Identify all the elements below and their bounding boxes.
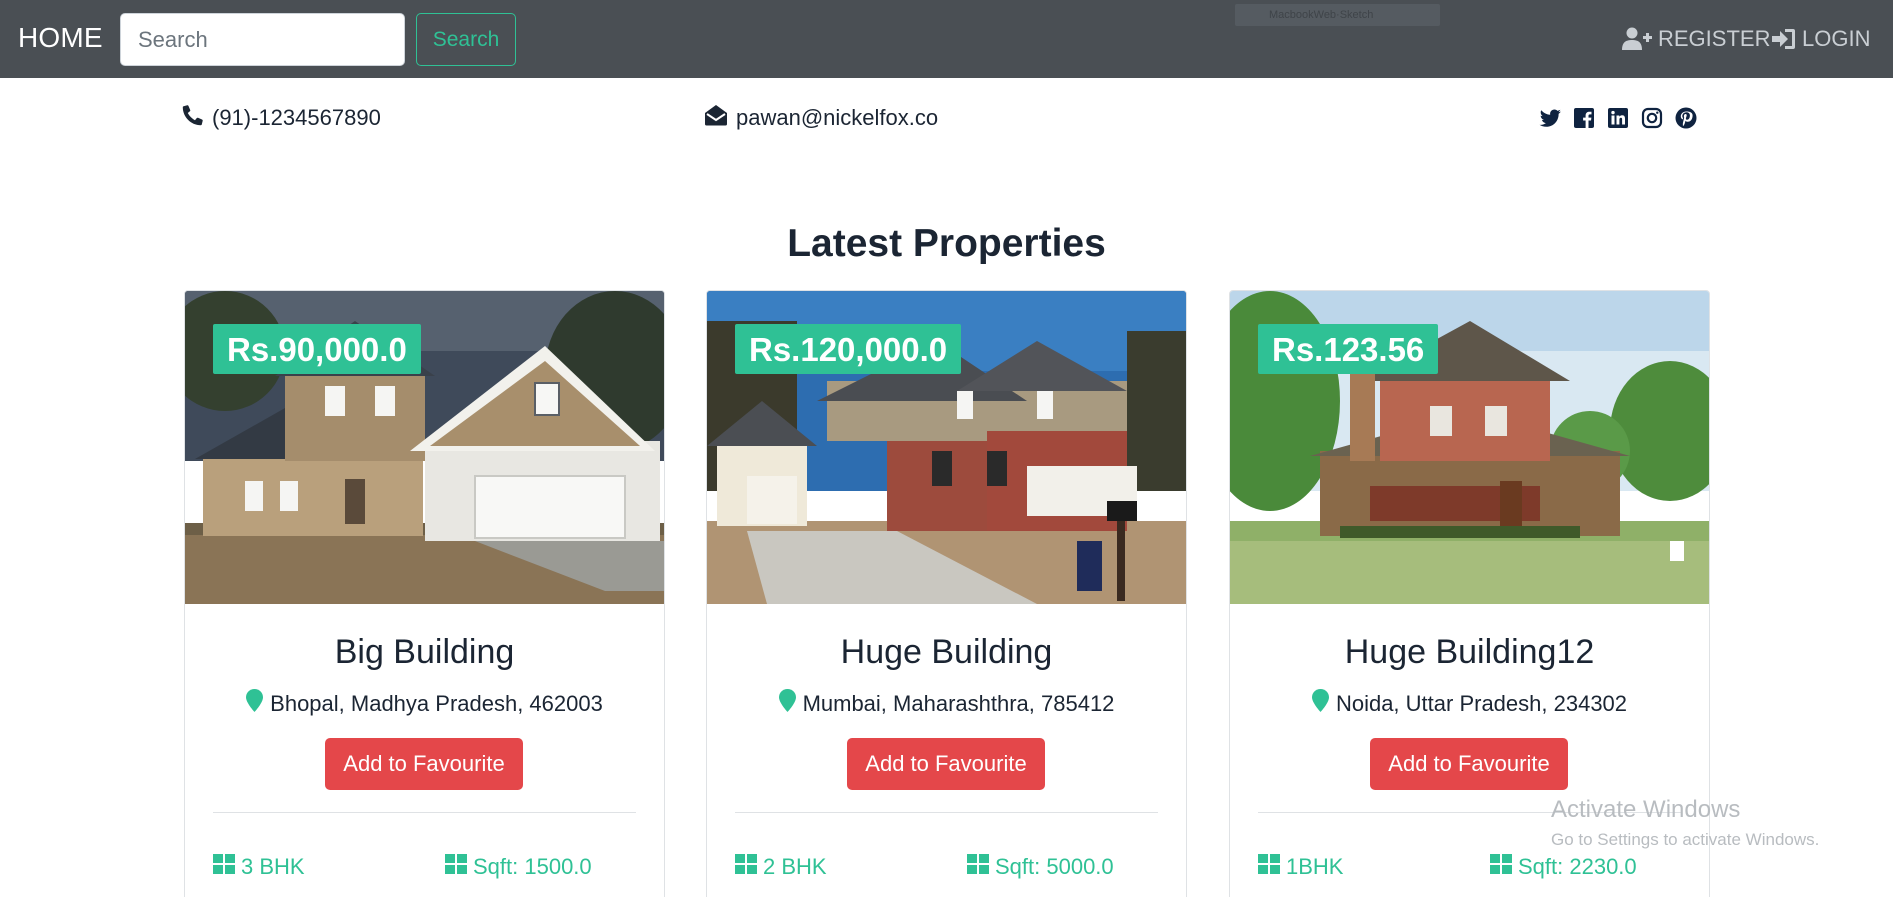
search-input[interactable]: [120, 13, 405, 66]
bhk-feature: 1BHK: [1258, 854, 1343, 880]
facebook-icon[interactable]: [1572, 106, 1596, 130]
user-plus-icon: [1622, 27, 1652, 51]
bhk-label: 3 BHK: [241, 854, 305, 879]
property-card: Rs.90,000.0 Big Building Bhopal, Madhya …: [184, 290, 665, 897]
add-to-favourite-button[interactable]: Add to Favourite: [325, 738, 523, 790]
price-badge: Rs.120,000.0: [735, 324, 962, 374]
phone-icon: [182, 104, 204, 132]
envelope-open-icon: [704, 104, 728, 132]
activate-windows-title: Activate Windows: [1551, 796, 1741, 823]
property-location: Mumbai, Maharashthra, 785412: [707, 689, 1186, 718]
contact-phone: (91)-1234567890: [182, 104, 381, 132]
instagram-icon[interactable]: [1640, 106, 1664, 130]
property-photo[interactable]: Rs.123.56: [1230, 291, 1709, 604]
twitter-icon[interactable]: [1538, 106, 1562, 130]
property-photo[interactable]: Rs.120,000.0: [707, 291, 1186, 604]
property-location: Bhopal, Madhya Pradesh, 462003: [185, 689, 664, 718]
property-title[interactable]: Huge Building12: [1230, 633, 1709, 672]
section-title: Latest Properties: [787, 222, 1106, 265]
property-card: Rs.120,000.0 Huge Building Mumbai, Mahar…: [706, 290, 1187, 897]
sqft-label: Sqft: 5000.0: [995, 854, 1114, 879]
divider: [735, 812, 1158, 813]
add-to-favourite-button[interactable]: Add to Favourite: [847, 738, 1045, 790]
register-label: REGISTER: [1658, 26, 1771, 51]
location-text: Noida, Uttar Pradesh, 234302: [1335, 690, 1628, 716]
sign-in-icon: [1772, 28, 1796, 50]
register-link[interactable]: REGISTER: [1622, 26, 1770, 52]
grid-icon: [967, 854, 989, 880]
pinterest-icon[interactable]: [1674, 106, 1698, 130]
add-to-favourite-button[interactable]: Add to Favourite: [1370, 738, 1568, 790]
property-title[interactable]: Huge Building: [707, 633, 1186, 672]
bhk-label: 2 BHK: [763, 854, 827, 879]
navbar: HOME Search MacbookWeb·Sketch REGISTER L…: [0, 0, 1893, 78]
grid-icon: [213, 854, 235, 880]
home-link[interactable]: HOME: [18, 22, 103, 54]
property-photo[interactable]: Rs.90,000.0: [185, 291, 664, 604]
bhk-label: 1BHK: [1286, 854, 1344, 879]
login-link[interactable]: LOGIN: [1772, 26, 1870, 52]
bhk-feature: 3 BHK: [213, 854, 305, 880]
search-button[interactable]: Search: [416, 13, 516, 66]
sqft-label: Sqft: 1500.0: [473, 854, 592, 879]
faint-overlay-tab: MacbookWeb·Sketch: [1235, 4, 1440, 26]
grid-icon: [445, 854, 467, 880]
property-location: Noida, Uttar Pradesh, 234302: [1230, 689, 1709, 718]
email-address: pawan@nickelfox.co: [736, 105, 939, 130]
activate-windows-subtitle: Go to Settings to activate Windows.: [1551, 830, 1820, 849]
sqft-feature: Sqft: 5000.0: [967, 854, 1114, 880]
sqft-label: Sqft: 2230.0: [1518, 854, 1637, 879]
price-badge: Rs.123.56: [1258, 324, 1439, 374]
map-marker-icon: [1311, 689, 1329, 718]
divider: [213, 812, 636, 813]
contact-email: pawan@nickelfox.co: [704, 104, 938, 132]
social-links: [1538, 106, 1698, 130]
sqft-feature: Sqft: 1500.0: [445, 854, 592, 880]
location-text: Mumbai, Maharashthra, 785412: [802, 690, 1115, 716]
grid-icon: [735, 854, 757, 880]
map-marker-icon: [778, 689, 796, 718]
property-title[interactable]: Big Building: [185, 633, 664, 672]
phone-number: (91)-1234567890: [212, 105, 381, 130]
map-marker-icon: [246, 689, 264, 718]
price-badge: Rs.90,000.0: [213, 324, 421, 374]
bhk-feature: 2 BHK: [735, 854, 827, 880]
location-text: Bhopal, Madhya Pradesh, 462003: [270, 690, 603, 716]
linkedin-icon[interactable]: [1606, 106, 1630, 130]
grid-icon: [1258, 854, 1280, 880]
faint-tab-label: MacbookWeb·Sketch: [1269, 9, 1374, 21]
login-label: LOGIN: [1802, 26, 1871, 51]
grid-icon: [1490, 854, 1512, 880]
sqft-feature: Sqft: 2230.0: [1490, 854, 1637, 880]
